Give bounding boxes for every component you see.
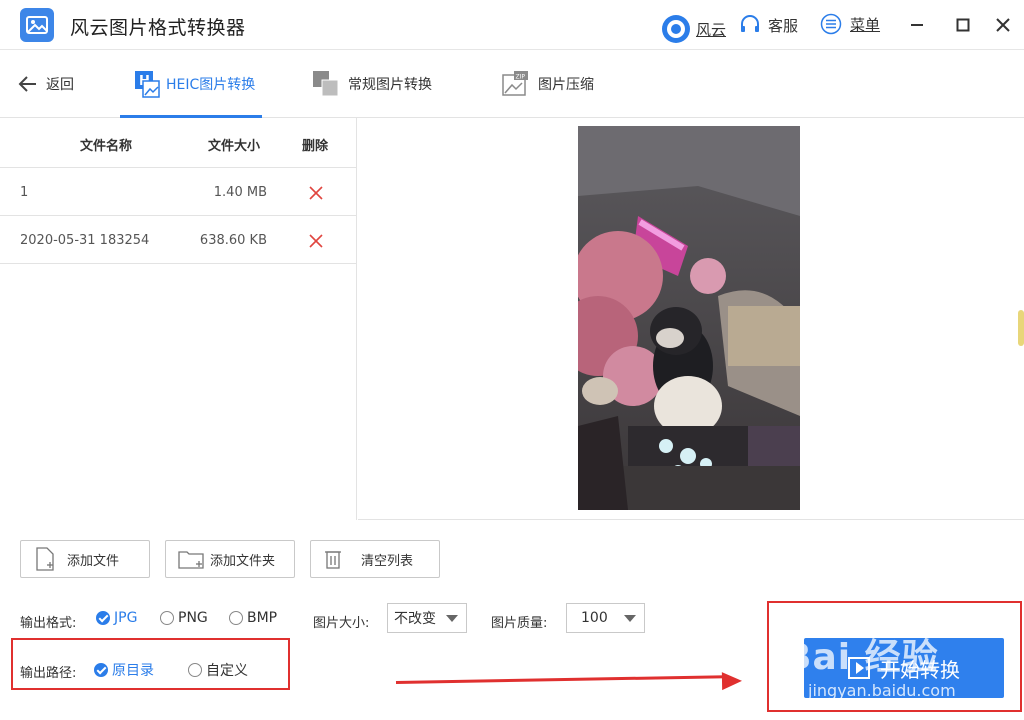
tab-compress[interactable]: ZIP 图片压缩 [502,50,594,118]
image-quality-select[interactable]: 100 [566,603,645,633]
chevron-down-icon [446,615,458,622]
image-size-value: 不改变 [394,611,436,627]
add-folder-label: 添加文件夹 [210,553,276,569]
menu-button[interactable]: 菜单 [820,13,880,35]
clear-list-label: 清空列表 [361,553,414,569]
format-png-label: PNG [178,610,208,626]
file-size: 638.60 KB [199,233,267,248]
minimize-button[interactable] [904,12,930,38]
file-size: 1.40 MB [213,185,267,200]
account-button[interactable]: 风云 [660,13,726,45]
back-button[interactable]: 返回 [18,74,74,94]
format-bmp-label: BMP [247,610,278,626]
title-bar: 风云图片格式转换器 风云 客服 菜单 [0,0,1024,50]
clear-list-button[interactable]: 清空列表 [310,540,440,578]
back-label: 返回 [46,77,74,93]
headset-icon [741,15,759,32]
zip-image-icon: ZIP [502,71,528,96]
preview-scrollbar[interactable] [1018,310,1024,346]
watermark-url: jingyan.baidu.com [808,681,956,700]
convert-icon [313,71,339,97]
format-radio-bmp[interactable]: BMP [229,610,277,626]
trash-icon [325,551,341,569]
add-folder-button[interactable]: 添加文件夹 [165,540,295,578]
nav-bar: 返回 H HEIC图片转换 常规图片转换 ZIP 图片压缩 [0,50,1024,118]
menu-icon [820,13,842,35]
add-file-button[interactable]: 添加文件 [20,540,150,578]
close-icon [996,18,1010,32]
minimize-icon [911,24,923,26]
file-list: 文件名称 文件大小 删除 1 1.40 MB 2020-05-31 183254… [0,118,357,520]
column-header-size: 文件大小 [208,139,261,154]
image-size-label: 图片大小: [313,616,370,631]
annotation-arrow-head [721,671,743,691]
add-file-label: 添加文件 [67,553,120,569]
svg-text:ZIP: ZIP [516,74,526,81]
account-logo-icon [662,15,690,43]
output-format-label: 输出格式: [20,616,77,631]
column-header-name: 文件名称 [80,139,133,154]
image-size-select[interactable]: 不改变 [387,603,467,633]
customer-service-button[interactable]: 客服 [738,13,798,37]
arrow-left-icon [18,76,36,92]
column-header-delete: 删除 [302,139,329,154]
maximize-button[interactable] [950,12,976,38]
radio-unchecked-icon [229,611,243,625]
delete-icon[interactable] [308,185,324,201]
add-folder-icon [178,551,204,569]
app-title: 风云图片格式转换器 [70,17,246,39]
tab-heic-label: HEIC图片转换 [166,77,256,93]
table-row[interactable]: 1 1.40 MB [0,168,357,216]
delete-icon[interactable] [308,233,324,249]
radio-unchecked-icon [160,611,174,625]
image-preview-panel [358,118,1024,520]
preview-photo [578,126,800,510]
maximize-icon [956,18,970,32]
tab-normal-convert-label: 常规图片转换 [348,77,432,93]
tab-heic[interactable]: H HEIC图片转换 [120,50,262,118]
close-button[interactable] [990,12,1016,38]
format-radio-jpg[interactable]: JPG [96,610,137,626]
file-name: 2020-05-31 183254 [20,233,150,248]
add-file-icon [36,547,54,571]
watermark-logo: Bai 经验 [784,637,939,678]
picture-icon [26,16,48,34]
tab-compress-label: 图片压缩 [538,77,594,93]
app-logo [20,8,54,42]
radio-checked-icon [96,611,110,625]
tab-normal-convert[interactable]: 常规图片转换 [312,50,432,118]
image-quality-label: 图片质量: [491,616,548,631]
format-jpg-label: JPG [114,610,138,626]
file-list-header: 文件名称 文件大小 删除 [0,118,357,168]
format-radio-png[interactable]: PNG [160,610,208,626]
annotation-highlight-output-path [11,638,290,690]
mall-photo-image [578,126,800,510]
customer-service-label: 客服 [768,16,799,35]
image-quality-value: 100 [581,610,608,626]
heic-icon: H [135,71,160,98]
file-name: 1 [20,185,29,200]
menu-label: 菜单 [850,15,881,34]
account-label: 风云 [696,20,727,39]
chevron-down-icon [624,615,636,622]
table-row[interactable]: 2020-05-31 183254 638.60 KB [0,216,357,264]
